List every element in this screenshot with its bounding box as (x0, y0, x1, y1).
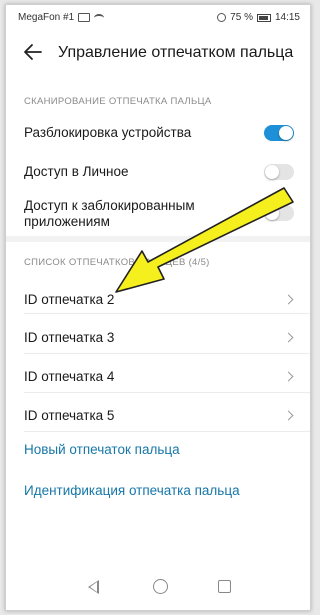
toggle-knob (279, 126, 293, 140)
chevron-right-icon (283, 371, 294, 382)
private-access-toggle[interactable] (264, 164, 294, 180)
back-triangle-icon[interactable] (88, 580, 99, 594)
chevron-right-icon (283, 332, 294, 343)
toggle-knob (265, 206, 279, 220)
setting-label-line1: Доступ к заблокированным (24, 198, 195, 213)
setting-private-access[interactable]: Доступ в Личное (6, 158, 310, 188)
status-bar: MegaFon #1 75 % 14:15 (6, 5, 310, 29)
chevron-right-icon (283, 410, 294, 421)
fingerprint-item[interactable]: ID отпечатка 5 (6, 397, 310, 435)
battery-icon (256, 13, 271, 22)
new-fingerprint-link[interactable]: Новый отпечаток пальца (24, 442, 180, 457)
fingerprint-label: ID отпечатка 3 (24, 330, 115, 345)
list-divider (24, 353, 310, 354)
identify-fingerprint-link[interactable]: Идентификация отпечатка пальца (24, 483, 240, 498)
sim-icon (78, 13, 91, 22)
setting-unlock-device[interactable]: Разблокировка устройства (6, 119, 310, 149)
fingerprint-label: ID отпечатка 5 (24, 408, 115, 423)
carrier-name: MegaFon #1 (18, 12, 75, 23)
page-title: Управление отпечатком пальца (58, 44, 294, 61)
fingerprint-item[interactable]: ID отпечатка 4 (6, 358, 310, 396)
setting-label: Доступ в Личное (24, 164, 129, 179)
home-circle-icon[interactable] (153, 579, 168, 594)
status-left: MegaFon #1 (18, 12, 105, 23)
wifi-icon (94, 13, 105, 22)
setting-label-line2: приложениям (24, 214, 110, 229)
toggle-knob (265, 165, 279, 179)
section-header-scan: СКАНИРОВАНИЕ ОТПЕЧАТКА ПАЛЬЦА (24, 96, 212, 107)
fingerprint-label: ID отпечатка 4 (24, 369, 115, 384)
setting-locked-apps[interactable]: Доступ к заблокированным приложениям (6, 193, 310, 233)
status-right: 75 % 14:15 (217, 12, 300, 23)
clock: 14:15 (274, 12, 300, 23)
section-header-list: СПИСОК ОТПЕЧАТКОВ ПАЛЬЦЕВ (4/5) (24, 257, 210, 268)
list-divider (24, 313, 310, 314)
alarm-icon (217, 13, 227, 22)
navigation-bar (6, 566, 310, 610)
fingerprint-item[interactable]: ID отпечатка 3 (6, 319, 310, 357)
app-header: Управление отпечатком пальца (6, 39, 310, 69)
recent-square-icon[interactable] (218, 580, 231, 593)
phone-screen: MegaFon #1 75 % 14:15 Управление отпечат… (5, 4, 311, 611)
fingerprint-label: ID отпечатка 2 (24, 292, 115, 307)
chevron-right-icon (283, 294, 294, 305)
setting-label: Разблокировка устройства (24, 125, 192, 140)
locked-apps-toggle[interactable] (264, 205, 294, 221)
battery-percent: 75 % (230, 12, 253, 23)
list-divider (24, 392, 310, 393)
unlock-device-toggle[interactable] (264, 125, 294, 141)
list-divider (24, 431, 310, 432)
section-divider (6, 236, 310, 242)
arrow-left-icon[interactable] (22, 41, 44, 63)
